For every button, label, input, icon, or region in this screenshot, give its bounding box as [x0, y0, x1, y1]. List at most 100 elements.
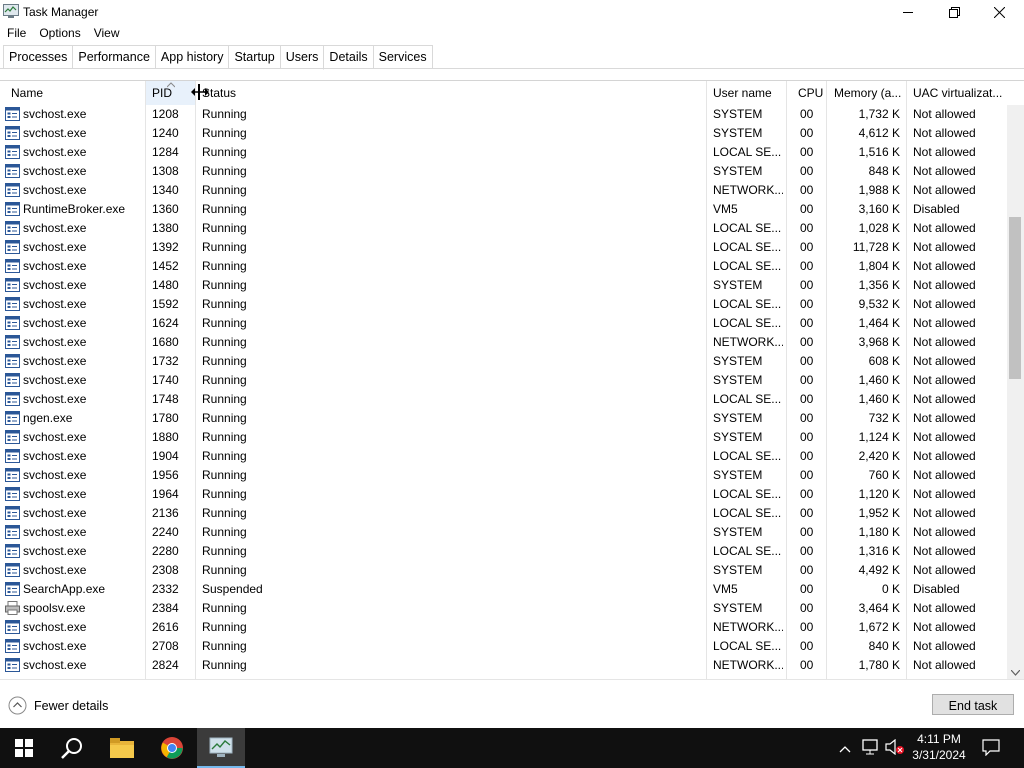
table-row[interactable]: svchost.exe 1284 Running LOCAL SE... 00 1,516… — [0, 143, 1007, 162]
tab-startup[interactable]: Startup — [228, 45, 280, 69]
cell-pid: 1680 — [152, 335, 179, 349]
process-list: svchost.exe 1208 Running SYSTEM 00 1,732 K Not… — [0, 105, 1007, 679]
table-row[interactable]: svchost.exe 1380 Running LOCAL SE... 00 1,028… — [0, 219, 1007, 238]
column-header-status[interactable]: Status — [202, 81, 702, 105]
menu-bar: File Options View — [0, 24, 1024, 44]
table-row[interactable]: svchost.exe 1340 Running NETWORK... 00 1,988 … — [0, 181, 1007, 200]
column-header-uac[interactable]: UAC virtualizat... — [913, 81, 1005, 105]
process-window-icon — [5, 411, 20, 425]
table-row[interactable]: svchost.exe 2308 Running SYSTEM 00 4,492 K Not… — [0, 561, 1007, 580]
system-clock[interactable]: 4:11 PM 3/31/2024 — [906, 731, 972, 763]
chevron-up-icon[interactable] — [839, 742, 851, 756]
menu-file[interactable]: File — [0, 24, 32, 44]
table-row[interactable]: svchost.exe 1240 Running SYSTEM 00 4,612 K Not… — [0, 124, 1007, 143]
column-header-memory[interactable]: Memory (a... — [834, 81, 906, 105]
chrome-icon[interactable] — [148, 728, 196, 768]
process-window-icon — [5, 582, 20, 596]
cell-memory: 732 K — [868, 411, 900, 425]
table-row[interactable]: svchost.exe 2616 Running NETWORK... 00 1,672 … — [0, 618, 1007, 637]
table-row[interactable]: svchost.exe 2280 Running LOCAL SE... 00 1,316… — [0, 542, 1007, 561]
cell-name: svchost.exe — [23, 468, 87, 482]
cell-memory: 1,120 K — [858, 487, 900, 501]
table-row[interactable]: svchost.exe 1452 Running LOCAL SE... 00 1,804… — [0, 257, 1007, 276]
column-header-cpu[interactable]: CPU — [798, 81, 826, 105]
cell-cpu: 00 — [800, 468, 814, 482]
table-row[interactable]: RuntimeBroker.exe 1360 Running VM5 00 3,160 K… — [0, 200, 1007, 219]
cell-uac: Not allowed — [913, 620, 976, 634]
cell-uac: Not allowed — [913, 259, 976, 273]
tab-services[interactable]: Services — [372, 45, 433, 69]
table-row[interactable]: svchost.exe 1964 Running LOCAL SE... 00 1,120… — [0, 485, 1007, 504]
table-row[interactable]: svchost.exe 1880 Running SYSTEM 00 1,124 K Not… — [0, 428, 1007, 447]
table-row[interactable]: ngen.exe 1780 Running SYSTEM 00 732 K Not allo… — [0, 409, 1007, 428]
cell-status: Running — [202, 107, 247, 121]
fewer-details-button[interactable]: Fewer details — [8, 696, 108, 715]
search-icon[interactable] — [48, 728, 96, 768]
table-row[interactable]: svchost.exe 1904 Running LOCAL SE... 00 2,420… — [0, 447, 1007, 466]
minimize-button[interactable] — [885, 0, 931, 24]
cell-user: NETWORK... — [713, 658, 783, 672]
cell-user: SYSTEM — [713, 107, 763, 121]
volume-muted-icon[interactable] — [885, 738, 905, 758]
cell-pid: 1284 — [152, 145, 179, 159]
process-window-icon — [5, 145, 20, 159]
table-row[interactable]: svchost.exe 2824 Running NETWORK... 00 1,780 … — [0, 656, 1007, 675]
task-manager-taskbar-icon[interactable] — [197, 728, 245, 768]
tab-performance[interactable]: Performance — [72, 45, 155, 69]
process-window-icon — [5, 506, 20, 520]
close-button[interactable] — [976, 0, 1022, 24]
file-explorer-icon[interactable] — [98, 728, 146, 768]
vertical-scrollbar[interactable] — [1007, 105, 1024, 679]
restore-button[interactable] — [931, 0, 977, 24]
cell-status: Running — [202, 202, 247, 216]
table-row[interactable]: svchost.exe 1732 Running SYSTEM 00 608 K Not a… — [0, 352, 1007, 371]
column-header-row: Name PID Status User name CPU Memory (a.… — [0, 81, 1007, 105]
cell-uac: Not allowed — [913, 525, 976, 539]
cell-user: SYSTEM — [713, 563, 763, 577]
cell-name: svchost.exe — [23, 449, 87, 463]
table-row[interactable]: svchost.exe 1748 Running LOCAL SE... 00 1,460… — [0, 390, 1007, 409]
table-row[interactable]: svchost.exe 2708 Running LOCAL SE... 00 840 K… — [0, 637, 1007, 656]
cell-name: svchost.exe — [23, 563, 87, 577]
tab-app-history[interactable]: App history — [154, 45, 229, 69]
menu-view[interactable]: View — [87, 24, 126, 44]
menu-options[interactable]: Options — [32, 24, 86, 44]
table-row[interactable]: svchost.exe 1624 Running LOCAL SE... 00 1,464… — [0, 314, 1007, 333]
table-row[interactable]: svchost.exe 1480 Running SYSTEM 00 1,356 K Not… — [0, 276, 1007, 295]
table-row[interactable]: svchost.exe 1308 Running SYSTEM 00 848 K Not a… — [0, 162, 1007, 181]
scroll-down-icon[interactable] — [1010, 665, 1021, 679]
tab-details[interactable]: Details — [323, 45, 373, 70]
cell-user: SYSTEM — [713, 126, 763, 140]
windows-start-icon[interactable] — [0, 728, 48, 768]
column-header-name[interactable]: Name — [11, 81, 141, 105]
table-row[interactable]: svchost.exe 1208 Running SYSTEM 00 1,732 K Not… — [0, 105, 1007, 124]
cell-pid: 1748 — [152, 392, 179, 406]
cell-uac: Not allowed — [913, 145, 976, 159]
cell-user: LOCAL SE... — [713, 392, 782, 406]
table-row[interactable]: svchost.exe 2136 Running LOCAL SE... 00 1,952… — [0, 504, 1007, 523]
tab-users[interactable]: Users — [279, 45, 324, 69]
table-row[interactable]: svchost.exe 1592 Running LOCAL SE... 00 9,532… — [0, 295, 1007, 314]
column-header-user-name[interactable]: User name — [713, 81, 785, 105]
table-row[interactable]: svchost.exe 1740 Running SYSTEM 00 1,460 K Not… — [0, 371, 1007, 390]
cell-pid: 1208 — [152, 107, 179, 121]
cell-cpu: 00 — [800, 620, 814, 634]
notification-icon[interactable] — [982, 739, 1000, 759]
clock-time: 4:11 PM — [917, 732, 961, 746]
cell-name: RuntimeBroker.exe — [23, 202, 126, 216]
table-row[interactable]: spoolsv.exe 2384 Running SYSTEM 00 3,464 K Not… — [0, 599, 1007, 618]
scrollbar-thumb[interactable] — [1009, 217, 1021, 379]
cell-pid: 2384 — [152, 601, 179, 615]
table-row[interactable]: SearchApp.exe 2332 Suspended VM5 00 0 K Disabl… — [0, 580, 1007, 599]
end-task-button[interactable]: End task — [932, 694, 1014, 715]
table-row[interactable]: svchost.exe 1392 Running LOCAL SE... 00 11,72… — [0, 238, 1007, 257]
table-row[interactable]: svchost.exe 2240 Running SYSTEM 00 1,180 K Not… — [0, 523, 1007, 542]
cell-status: Running — [202, 373, 247, 387]
tab-processes[interactable]: Processes — [3, 45, 73, 69]
cell-status: Running — [202, 278, 247, 292]
cell-cpu: 00 — [800, 202, 814, 216]
table-row[interactable]: svchost.exe 1680 Running NETWORK... 00 3,968 … — [0, 333, 1007, 352]
table-row[interactable]: svchost.exe 1956 Running SYSTEM 00 760 K Not a… — [0, 466, 1007, 485]
network-icon[interactable] — [862, 739, 880, 758]
cell-cpu: 00 — [800, 278, 814, 292]
